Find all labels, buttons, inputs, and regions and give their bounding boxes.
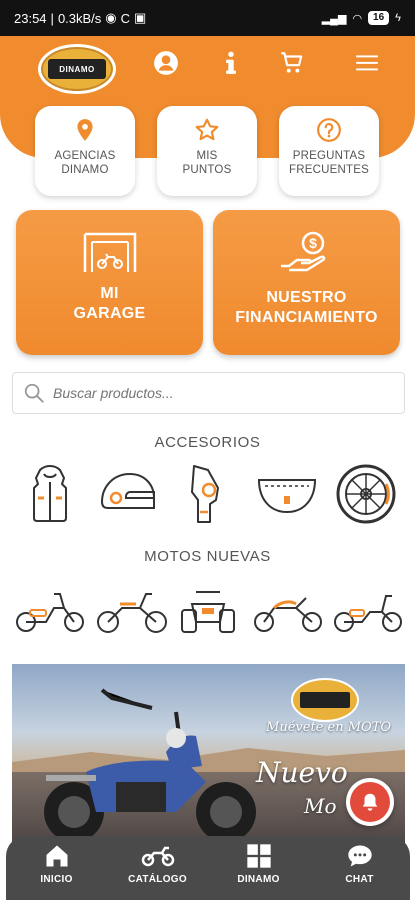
menu-icon[interactable] xyxy=(354,50,380,76)
preguntas-frecuentes-button[interactable]: PREGUNTAS FRECUENTES xyxy=(279,106,379,196)
chat-icon xyxy=(347,845,372,867)
tab-catalogo[interactable]: CATÁLOGO xyxy=(118,842,198,885)
tab-dinamo[interactable]: DINAMO xyxy=(219,842,299,885)
banner-subheadline: Mo xyxy=(304,794,337,818)
sportbike-icon[interactable] xyxy=(252,584,324,636)
seat-icon[interactable] xyxy=(255,462,319,526)
motorcycle-photo xyxy=(44,688,256,842)
quick-label: PREGUNTAS FRECUENTES xyxy=(289,150,369,176)
search-input[interactable] xyxy=(53,385,373,401)
bottom-tab-bar: INICIO CATÁLOGO DINAMO CHAT xyxy=(6,836,410,900)
home-icon xyxy=(46,845,67,867)
banner-logo xyxy=(291,678,359,722)
status-bar: 23:54 | 0.3kB/s ◉ C ▣ ▂▄▆ ◠ 16 ϟ xyxy=(0,0,415,36)
grid-icon xyxy=(246,844,271,868)
atv-icon[interactable] xyxy=(172,584,244,636)
info-icon[interactable] xyxy=(218,50,244,76)
cart-icon[interactable] xyxy=(279,50,305,76)
tab-label: DINAMO xyxy=(237,874,280,885)
tab-label: INICIO xyxy=(40,874,73,885)
scooter-icon[interactable] xyxy=(14,584,86,636)
notification-bell-button[interactable] xyxy=(346,778,394,826)
garage-icon xyxy=(83,232,136,272)
big-button-label: NUESTRO FINANCIAMIENTO xyxy=(235,289,378,326)
notification-icon: ▣ xyxy=(134,10,147,25)
cruiser-icon[interactable] xyxy=(332,584,404,636)
sync-icon: C xyxy=(120,10,131,26)
mis-puntos-button[interactable]: MIS PUNTOS xyxy=(157,106,257,196)
money-hand-icon: $ xyxy=(280,231,325,272)
tire-icon[interactable] xyxy=(334,462,398,526)
tab-chat[interactable]: CHAT xyxy=(320,842,400,885)
wifi-icon: ◠ xyxy=(352,12,363,25)
agencias-dinamo-button[interactable]: AGENCIAS DINAMO xyxy=(35,106,135,196)
search-bar[interactable] xyxy=(12,372,405,414)
charging-icon: ϟ xyxy=(395,12,401,24)
banner-headline: Nuevo xyxy=(256,756,348,789)
location-pin-icon xyxy=(77,119,93,141)
promo-banner[interactable]: Muévete en MOTO Nuevo Mo xyxy=(12,664,405,844)
search-icon xyxy=(24,383,44,403)
jacket-icon[interactable] xyxy=(18,462,82,526)
motos-nuevas-title: MOTOS NUEVAS xyxy=(144,548,271,565)
big-button-label: MI GARAGE xyxy=(73,285,146,322)
status-speed: 0.3kB/s xyxy=(57,10,102,26)
battery-icon: 16 xyxy=(368,11,390,25)
dirtbike-icon[interactable] xyxy=(96,584,168,636)
bell-icon xyxy=(362,793,378,811)
banner-slogan: Muévete en MOTO xyxy=(266,720,391,735)
motorcycle-icon xyxy=(141,846,174,867)
tab-inicio[interactable]: INICIO xyxy=(17,842,97,885)
dinamo-logo[interactable]: DINAMO xyxy=(38,44,116,94)
tab-label: CHAT xyxy=(345,874,374,885)
helmet-icon[interactable] xyxy=(96,462,160,526)
status-time: 23:54 xyxy=(14,10,47,26)
svg-text:$: $ xyxy=(309,235,317,251)
tab-label: CATÁLOGO xyxy=(128,874,187,885)
signal-icon: ▂▄▆ xyxy=(321,12,347,25)
accesorios-title: ACCESORIOS xyxy=(154,434,261,451)
star-icon xyxy=(195,118,219,141)
mi-garage-button[interactable]: MI GARAGE xyxy=(16,210,203,355)
quick-label: MIS PUNTOS xyxy=(182,150,232,176)
quick-label: AGENCIAS DINAMO xyxy=(54,150,116,176)
user-icon[interactable] xyxy=(153,50,179,76)
knee-guard-icon[interactable] xyxy=(176,462,240,526)
question-icon xyxy=(317,118,341,142)
whatsapp-icon: ◉ xyxy=(105,10,117,25)
nuestro-financiamiento-button[interactable]: $ NUESTRO FINANCIAMIENTO xyxy=(213,210,400,355)
